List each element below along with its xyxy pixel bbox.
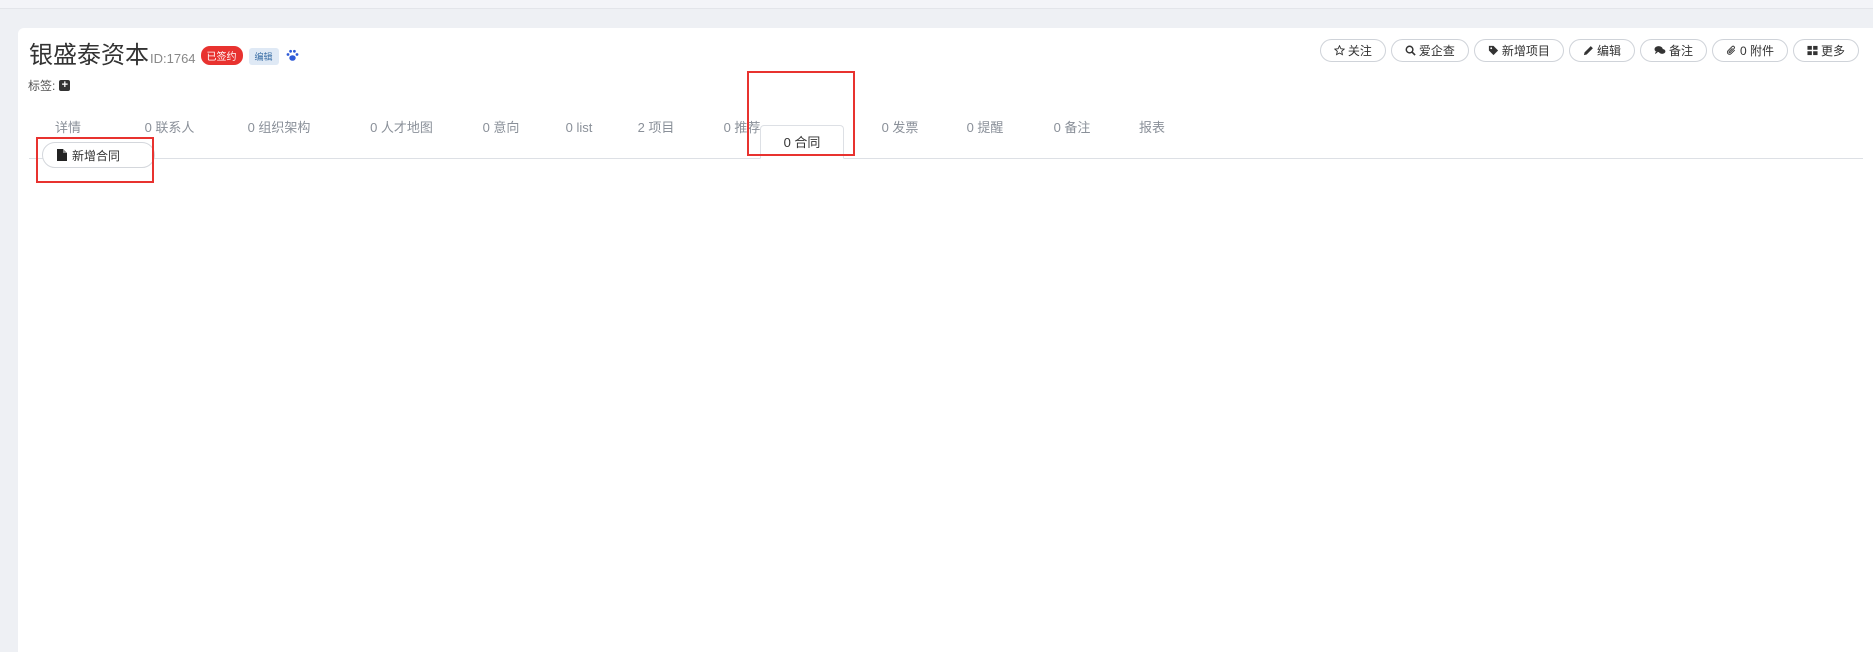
- highlight-new-contract: [36, 137, 154, 183]
- baidu-paw-icon[interactable]: [286, 49, 299, 67]
- comments-icon: [1654, 45, 1666, 56]
- edit-button-label: 编辑: [1596, 44, 1621, 58]
- attachment-button-label: 0 附件: [1739, 44, 1774, 58]
- aiqicha-button-label: 爱企查: [1418, 44, 1455, 58]
- follow-button[interactable]: 关注: [1319, 39, 1386, 62]
- tag-icon: [1488, 45, 1499, 56]
- tab-bar: 详情 0 联系人 0 组织架构 0 人才地图 0 意向 0 list 2 项目 …: [29, 98, 1863, 159]
- attachment-button[interactable]: 0 附件: [1711, 39, 1788, 62]
- search-icon: [1405, 45, 1416, 56]
- tab-reports[interactable]: 报表: [1122, 98, 1182, 158]
- note-button[interactable]: 备注: [1639, 39, 1707, 62]
- note-button-label: 备注: [1668, 44, 1693, 58]
- follow-button-label: 关注: [1347, 44, 1372, 58]
- paperclip-icon: [1726, 45, 1737, 56]
- company-detail-panel: 银盛泰资本 ID:1764 已签约 编辑 标签: + 关注 爱企查 新增项目 编…: [18, 28, 1873, 652]
- company-name: 银盛泰资本: [29, 42, 149, 69]
- more-button-label: 更多: [1820, 44, 1845, 58]
- tab-talent-map[interactable]: 0 人才地图: [349, 98, 454, 158]
- aiqicha-button[interactable]: 爱企查: [1390, 39, 1469, 62]
- add-tag-icon[interactable]: +: [59, 80, 71, 91]
- tags-row: 标签: +: [28, 77, 71, 94]
- status-badge: 已签约: [200, 46, 243, 65]
- company-id: ID:1764: [150, 51, 196, 66]
- tab-org-structure[interactable]: 0 组织架构: [227, 98, 331, 158]
- tags-label: 标签:: [28, 79, 56, 93]
- add-project-button-label: 新增项目: [1501, 44, 1550, 58]
- tab-intention[interactable]: 0 意向: [466, 98, 536, 158]
- add-project-button[interactable]: 新增项目: [1473, 39, 1564, 62]
- company-title-row: 银盛泰资本 ID:1764 已签约 编辑: [29, 35, 299, 69]
- tab-projects[interactable]: 2 项目: [619, 98, 693, 158]
- top-bar: [0, 0, 1873, 9]
- grid-icon: [1807, 45, 1818, 56]
- tab-list[interactable]: 0 list: [549, 98, 609, 158]
- tab-invoices[interactable]: 0 发票: [863, 98, 937, 158]
- tab-reminders[interactable]: 0 提醒: [948, 98, 1022, 158]
- edit-badge[interactable]: 编辑: [248, 48, 279, 65]
- star-icon: [1333, 45, 1345, 56]
- pencil-icon: [1583, 45, 1594, 56]
- tab-notes[interactable]: 0 备注: [1035, 98, 1109, 158]
- highlight-contracts-tab: [747, 71, 855, 156]
- action-toolbar: 关注 爱企查 新增项目 编辑 备注 0 附件 更多: [1319, 39, 1859, 62]
- edit-button[interactable]: 编辑: [1568, 39, 1635, 62]
- more-button[interactable]: 更多: [1792, 39, 1859, 62]
